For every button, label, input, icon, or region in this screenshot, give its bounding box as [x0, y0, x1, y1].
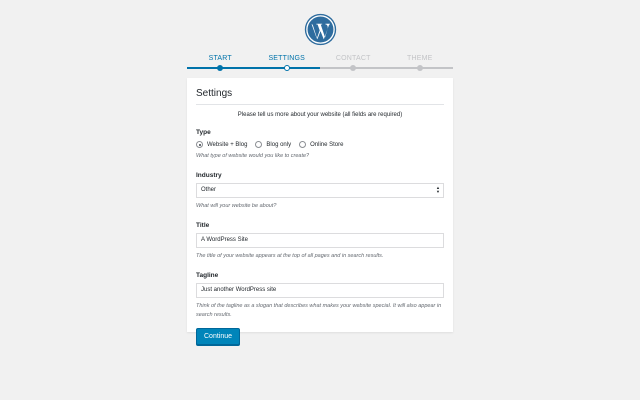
step-label: SETTINGS: [268, 55, 306, 62]
radio-label: Blog only: [266, 141, 292, 148]
title-input[interactable]: A WordPress Site: [196, 233, 444, 248]
tagline-help: Think of the tagline as a slogan that de…: [196, 303, 442, 318]
title-label: Title: [196, 222, 210, 229]
progress-track-remaining: [320, 67, 453, 69]
industry-help: What will your website be about?: [196, 203, 277, 209]
type-option-blog-only[interactable]: Blog only: [255, 141, 291, 148]
select-arrows-icon: ▲ ▼: [436, 185, 440, 194]
title-help: The title of your website appears at the…: [196, 253, 384, 259]
tagline-input[interactable]: Just another WordPress site: [196, 283, 444, 298]
type-help: What type of website would you like to c…: [196, 153, 310, 159]
radio-label: Website + Blog: [207, 141, 248, 148]
industry-label: Industry: [196, 172, 222, 179]
step-dot: [416, 65, 423, 71]
industry-select-value: Other: [201, 187, 217, 193]
step-dot: [217, 65, 224, 71]
settings-card: Settings Please tell us more about your …: [187, 78, 453, 345]
progress-track-complete: [187, 67, 320, 69]
wordpress-logo-icon: [304, 13, 337, 46]
step-label: START: [208, 55, 232, 62]
industry-select[interactable]: Other ▲ ▼: [196, 183, 444, 198]
step-dot: [283, 65, 290, 71]
type-radio-group: Website + Blog Blog only Online Store: [196, 141, 444, 148]
radio-unchecked-icon[interactable]: [299, 141, 307, 148]
setup-progress-steps: START SETTINGS CONTACT THEME: [187, 53, 453, 73]
step-settings: SETTINGS: [254, 53, 321, 71]
radio-checked-icon[interactable]: [196, 141, 203, 148]
radio-label: Online Store: [310, 141, 344, 148]
step-label: CONTACT: [335, 55, 371, 62]
step-label: THEME: [407, 55, 433, 62]
continue-button[interactable]: Continue: [196, 328, 241, 345]
type-option-website-blog[interactable]: Website + Blog: [196, 141, 247, 148]
intro-text: Please tell us more about your website (…: [237, 112, 403, 118]
step-theme: THEME: [387, 53, 454, 71]
step-start: START: [187, 53, 254, 71]
step-contact: CONTACT: [320, 53, 387, 71]
radio-unchecked-icon[interactable]: [255, 141, 263, 148]
type-option-online-store[interactable]: Online Store: [299, 141, 343, 148]
type-label: Type: [196, 129, 211, 136]
tagline-label: Tagline: [196, 272, 219, 279]
step-dot: [350, 65, 357, 71]
card-title: Settings: [196, 78, 444, 105]
